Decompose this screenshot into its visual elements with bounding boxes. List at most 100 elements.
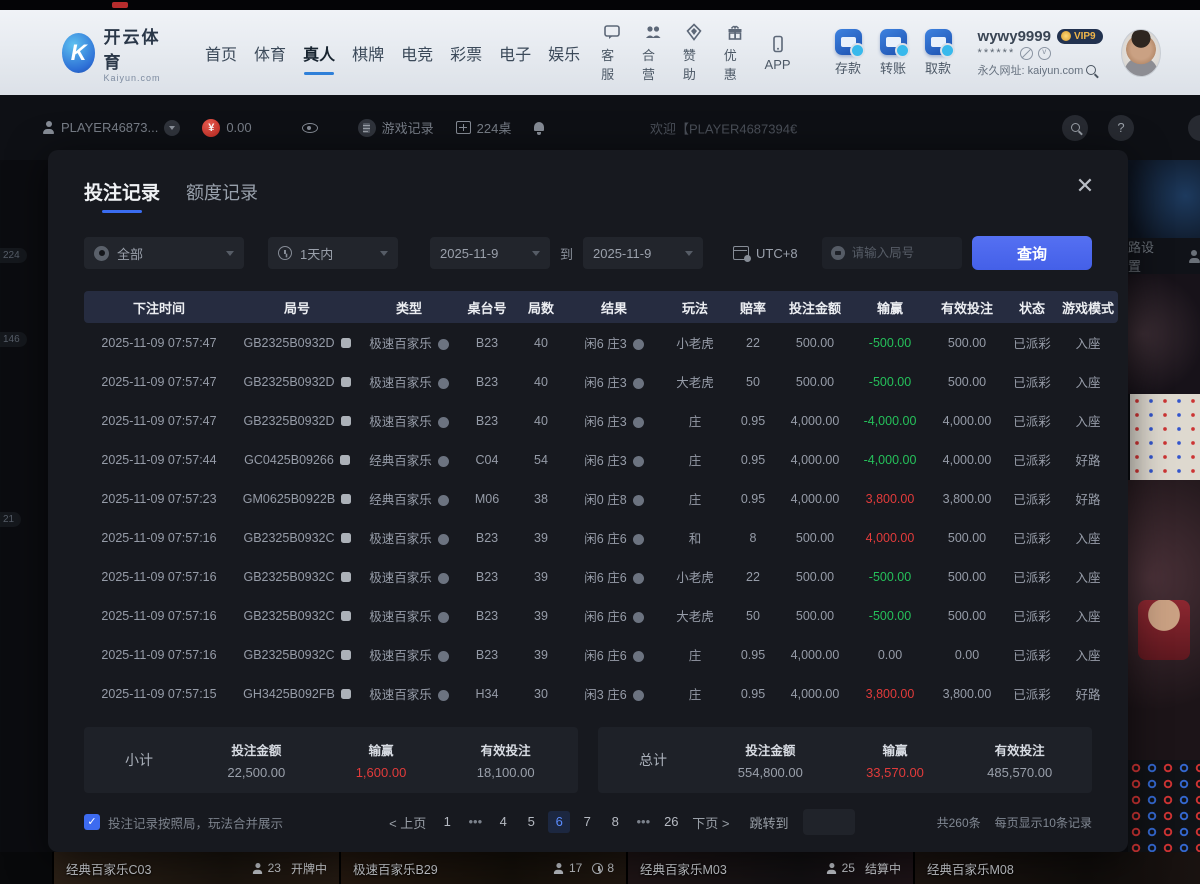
valid-bet: 4,000.00 [928,401,1006,440]
bet-record-row[interactable]: 2025-11-09 07:57:15 GH3425B092FB 极速百家乐 H… [84,674,1118,713]
result-info-icon[interactable] [633,378,644,389]
copy-icon[interactable] [341,338,351,348]
avatar[interactable] [1121,29,1162,77]
live-table-card[interactable]: 经典百家乐M08 [913,852,1200,884]
notifications[interactable] [533,122,545,134]
copy-icon[interactable] [340,455,350,465]
info-icon[interactable] [438,495,449,506]
info-icon[interactable] [438,573,449,584]
info-icon[interactable] [438,651,449,662]
result-info-icon[interactable] [633,651,644,662]
result-info-icon[interactable] [633,417,644,428]
info-icon[interactable] [438,378,449,389]
balance-display[interactable]: ¥ 0.00 [202,119,251,137]
category-select[interactable]: 全部 [84,237,244,269]
table-count[interactable]: 224桌 [456,118,512,137]
page-number[interactable]: ••• [464,811,486,833]
nav-item[interactable]: 首页 [203,35,239,71]
query-button[interactable]: 查询 [972,236,1092,270]
copy-icon[interactable] [341,494,351,504]
modal-tab[interactable]: 额度记录 [186,179,258,213]
page-number[interactable]: 1 [436,811,458,833]
result-info-icon[interactable] [633,456,644,467]
result-info-icon[interactable] [633,573,644,584]
live-table-card[interactable]: 经典百家乐C03 23 开牌中 [52,852,339,884]
deposit-button[interactable]: 存款 [835,29,862,77]
bet-record-row[interactable]: 2025-11-09 07:57:23 GM0625B0922B 经典百家乐 M… [84,479,1118,518]
prev-page-button[interactable]: < 上页 [385,813,430,832]
result-info-icon[interactable] [633,534,644,545]
nav-item[interactable]: 电子 [497,35,533,71]
game-records-link[interactable]: 游戏记录 [358,118,434,137]
copy-icon[interactable] [341,416,351,426]
transfer-button[interactable]: 转账 [880,29,907,77]
help-button[interactable]: ? [1108,115,1134,141]
nav-item[interactable]: 娱乐 [546,35,582,71]
player-menu[interactable]: PLAYER46873... [42,120,180,136]
service-link[interactable]: 客服 [601,22,623,83]
bet-record-row[interactable]: 2025-11-09 07:57:16 GB2325B0932C 极速百家乐 B… [84,596,1118,635]
jump-page-input[interactable] [803,809,855,835]
page-number[interactable]: 26 [660,811,682,833]
nav-item[interactable]: 彩票 [448,35,484,71]
copy-icon[interactable] [341,650,351,660]
bet-record-row[interactable]: 2025-11-09 07:57:16 GB2325B0932C 极速百家乐 B… [84,518,1118,557]
withdraw-button[interactable]: 取款 [925,29,952,77]
bet-record-row[interactable]: 2025-11-09 07:57:16 GB2325B0932C 极速百家乐 B… [84,635,1118,674]
close-icon[interactable]: ✕ [1074,176,1096,198]
bet-record-row[interactable]: 2025-11-09 07:57:47 GB2325B0932D 极速百家乐 B… [84,401,1118,440]
info-icon[interactable] [438,456,449,467]
nav-item[interactable]: 真人 [301,35,337,71]
live-table-card[interactable]: 极速百家乐B29 17 8 [339,852,626,884]
page-number[interactable]: ••• [632,811,654,833]
info-icon[interactable] [438,534,449,545]
result-info-icon[interactable] [633,495,644,506]
round-search-input[interactable] [852,246,953,260]
copy-icon[interactable] [341,533,351,543]
bet-record-row[interactable]: 2025-11-09 07:57:16 GB2325B0932C 极速百家乐 B… [84,557,1118,596]
page-number[interactable]: 4 [492,811,514,833]
copy-icon[interactable] [341,377,351,387]
copy-icon[interactable] [341,611,351,621]
page-number[interactable]: 8 [604,811,626,833]
sponsor-link[interactable]: 赞助 [683,22,705,83]
refresh-balance-icon[interactable] [1038,47,1051,60]
date-from-picker[interactable]: 2025-11-9 [430,237,550,269]
promo-link[interactable]: 优惠 [724,22,746,83]
nav-item[interactable]: 体育 [252,35,288,71]
nav-item[interactable]: 棋牌 [350,35,386,71]
info-icon[interactable] [438,417,449,428]
more-button[interactable] [1188,115,1200,141]
partners-link[interactable]: 合营 [642,22,664,83]
next-page-button[interactable]: 下页 > [688,813,733,832]
result-info-icon[interactable] [633,339,644,350]
bet-record-row[interactable]: 2025-11-09 07:57:44 GC0425B09266 经典百家乐 C… [84,440,1118,479]
page-number[interactable]: 6 [548,811,570,833]
merge-checkbox[interactable]: ✓ [84,814,100,830]
bet-record-row[interactable]: 2025-11-09 07:57:47 GB2325B0932D 极速百家乐 B… [84,323,1118,362]
info-icon[interactable] [438,612,449,623]
range-select[interactable]: 1天内 [268,237,398,269]
magnifier-icon[interactable] [1086,65,1096,75]
page-number[interactable]: 5 [520,811,542,833]
page-number[interactable]: 7 [576,811,598,833]
bet-record-row[interactable]: 2025-11-09 07:57:47 GB2325B0932D 极速百家乐 B… [84,362,1118,401]
eye-toggle[interactable] [302,123,318,133]
copy-icon[interactable] [341,689,351,699]
timezone-display[interactable]: UTC+8 [733,246,798,261]
nav-item[interactable]: 电竞 [399,35,435,71]
copy-icon[interactable] [341,572,351,582]
date-to-picker[interactable]: 2025-11-9 [583,237,703,269]
eye-slash-icon[interactable] [1020,47,1033,60]
app-link[interactable]: APP [765,34,791,72]
col-header: 类型 [360,291,458,323]
result-info-icon[interactable] [633,612,644,623]
brand-logo[interactable]: K 开云体育 Kaiyun.com [62,23,167,83]
live-table-card[interactable]: 经典百家乐M03 25 结算中 [626,852,913,884]
modal-tab[interactable]: 投注记录 [84,178,160,213]
bet-time: 2025-11-09 07:57:16 [84,518,234,557]
info-icon[interactable] [438,339,449,350]
result-info-icon[interactable] [633,690,644,701]
info-icon[interactable] [438,690,449,701]
search-button[interactable] [1062,115,1088,141]
